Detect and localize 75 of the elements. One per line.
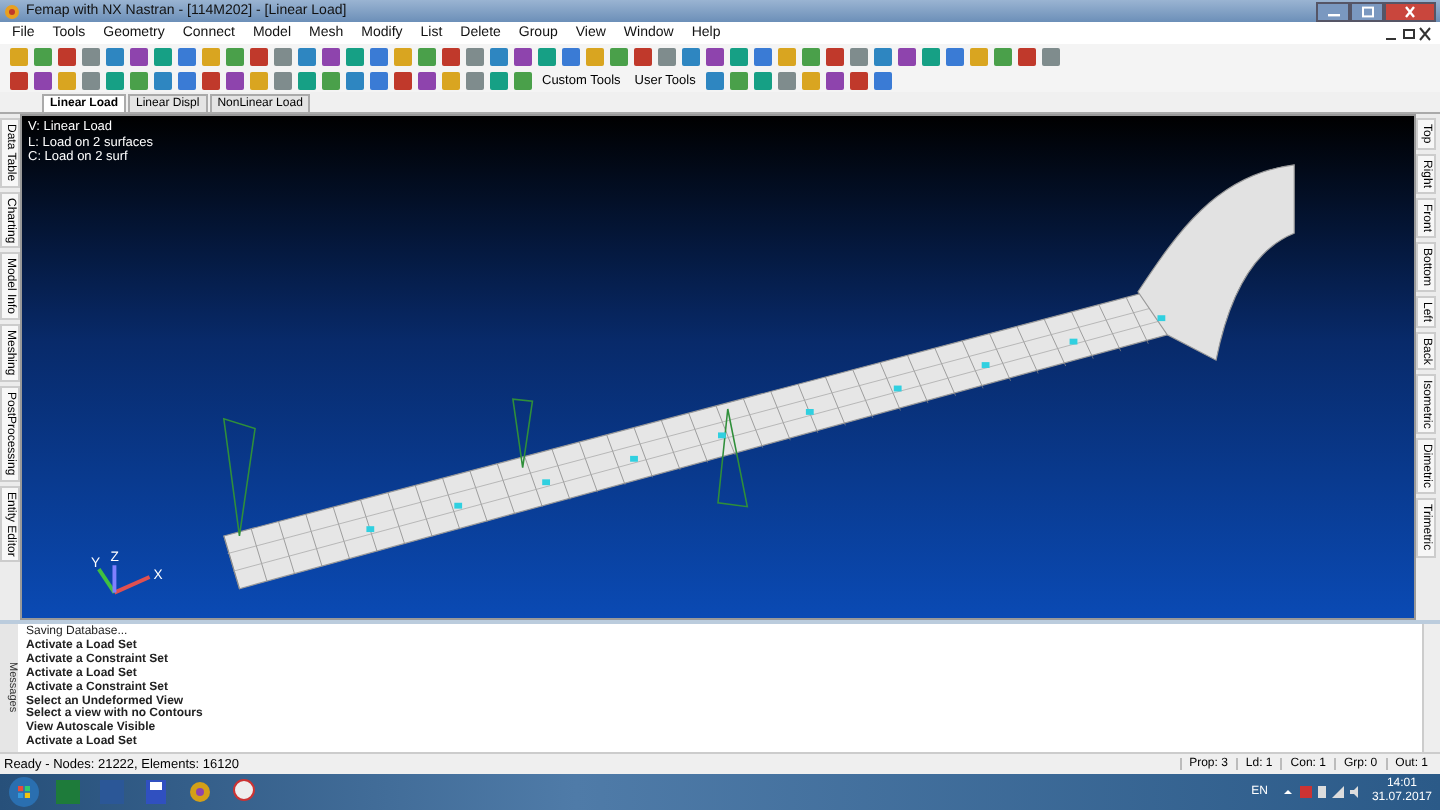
toolbar-button[interactable]	[80, 69, 102, 91]
toolbar-button[interactable]	[752, 45, 774, 67]
toolbar-button[interactable]	[896, 45, 918, 67]
toolbar-button[interactable]	[416, 45, 438, 67]
toolbar-button[interactable]	[272, 45, 294, 67]
toolbar-button[interactable]	[536, 45, 558, 67]
scrollbar[interactable]	[1422, 624, 1440, 752]
toolbar-button[interactable]	[823, 69, 846, 91]
toolbar-button[interactable]	[272, 69, 294, 91]
toolbar-button[interactable]	[296, 69, 318, 91]
toolbar-button[interactable]	[632, 45, 654, 67]
toolbar-button[interactable]	[800, 45, 822, 67]
toolbar-button[interactable]	[152, 69, 174, 91]
toolbar-button[interactable]	[992, 45, 1014, 67]
toolbar-button[interactable]	[727, 69, 750, 91]
toolbar-button[interactable]	[104, 69, 126, 91]
toolbar-button[interactable]	[512, 45, 534, 67]
start-button-icon[interactable]	[8, 776, 40, 808]
toolbar-button[interactable]	[608, 45, 630, 67]
toolbar-button[interactable]	[128, 69, 150, 91]
toolbar-button[interactable]	[1016, 45, 1038, 67]
toolbar-button[interactable]	[871, 69, 894, 91]
toolbar-button[interactable]	[775, 69, 798, 91]
document-window-controls-icon[interactable]	[1384, 25, 1432, 41]
toolbar-button[interactable]	[440, 45, 462, 67]
toolbar-button[interactable]	[392, 69, 414, 91]
toolbar-button[interactable]	[656, 45, 678, 67]
toolbar-button[interactable]	[368, 45, 390, 67]
close-icon	[1402, 5, 1418, 17]
toolbar-button[interactable]	[224, 45, 246, 67]
toolbar-button[interactable]	[320, 45, 342, 67]
toolbar-button[interactable]	[128, 45, 150, 67]
toolbar-button[interactable]	[80, 45, 102, 67]
toolbar-button[interactable]	[944, 45, 966, 67]
minimize-button[interactable]	[1316, 1, 1350, 21]
toolbar-button[interactable]	[344, 45, 366, 67]
toolbar-button[interactable]	[920, 45, 942, 67]
toolbar-button[interactable]	[200, 69, 222, 91]
close-button[interactable]	[1384, 1, 1436, 21]
app-logo-icon	[4, 3, 20, 19]
toolbar-button[interactable]	[1040, 45, 1062, 67]
toolbar-button[interactable]	[488, 45, 510, 67]
toolbar-button[interactable]	[104, 45, 126, 67]
toolbar-button[interactable]	[296, 45, 318, 67]
toolbar-button[interactable]	[8, 69, 30, 91]
maximize-button[interactable]	[1350, 1, 1384, 21]
toolbar-button[interactable]	[751, 69, 774, 91]
toolbar-button[interactable]	[224, 69, 246, 91]
toolbar-button[interactable]	[680, 45, 702, 67]
toolbar-button[interactable]	[368, 69, 390, 91]
toolbar-button[interactable]	[320, 69, 342, 91]
toolbar-button[interactable]	[728, 45, 750, 67]
toolbar-button[interactable]	[704, 45, 726, 67]
toolbar-button[interactable]	[464, 69, 486, 91]
toolbar-button[interactable]	[848, 45, 870, 67]
toolbar-button[interactable]	[176, 69, 198, 91]
toolbar-button[interactable]	[176, 45, 198, 67]
toolbar-button[interactable]	[32, 45, 54, 67]
toolbar-button[interactable]	[703, 69, 726, 91]
toolbar-button[interactable]	[248, 45, 270, 67]
toolbar-button[interactable]	[56, 45, 78, 67]
toolbar-button[interactable]	[560, 45, 582, 67]
toolbar-button[interactable]	[416, 69, 438, 91]
toolbar-button[interactable]	[152, 45, 174, 67]
maximize-icon	[1359, 5, 1375, 17]
toolbar-button[interactable]	[464, 45, 486, 67]
toolbar-button[interactable]	[872, 45, 894, 67]
tray-icons-drawing[interactable]	[1279, 782, 1360, 802]
toolbar-button[interactable]	[344, 69, 366, 91]
toolbar-button[interactable]	[847, 69, 870, 91]
toolbar-button[interactable]	[824, 45, 846, 67]
colorful-app-icon[interactable]	[184, 778, 216, 806]
toolbar-button[interactable]	[512, 69, 534, 91]
toolbar-button[interactable]	[32, 69, 54, 91]
toolbar-button[interactable]	[488, 69, 510, 91]
